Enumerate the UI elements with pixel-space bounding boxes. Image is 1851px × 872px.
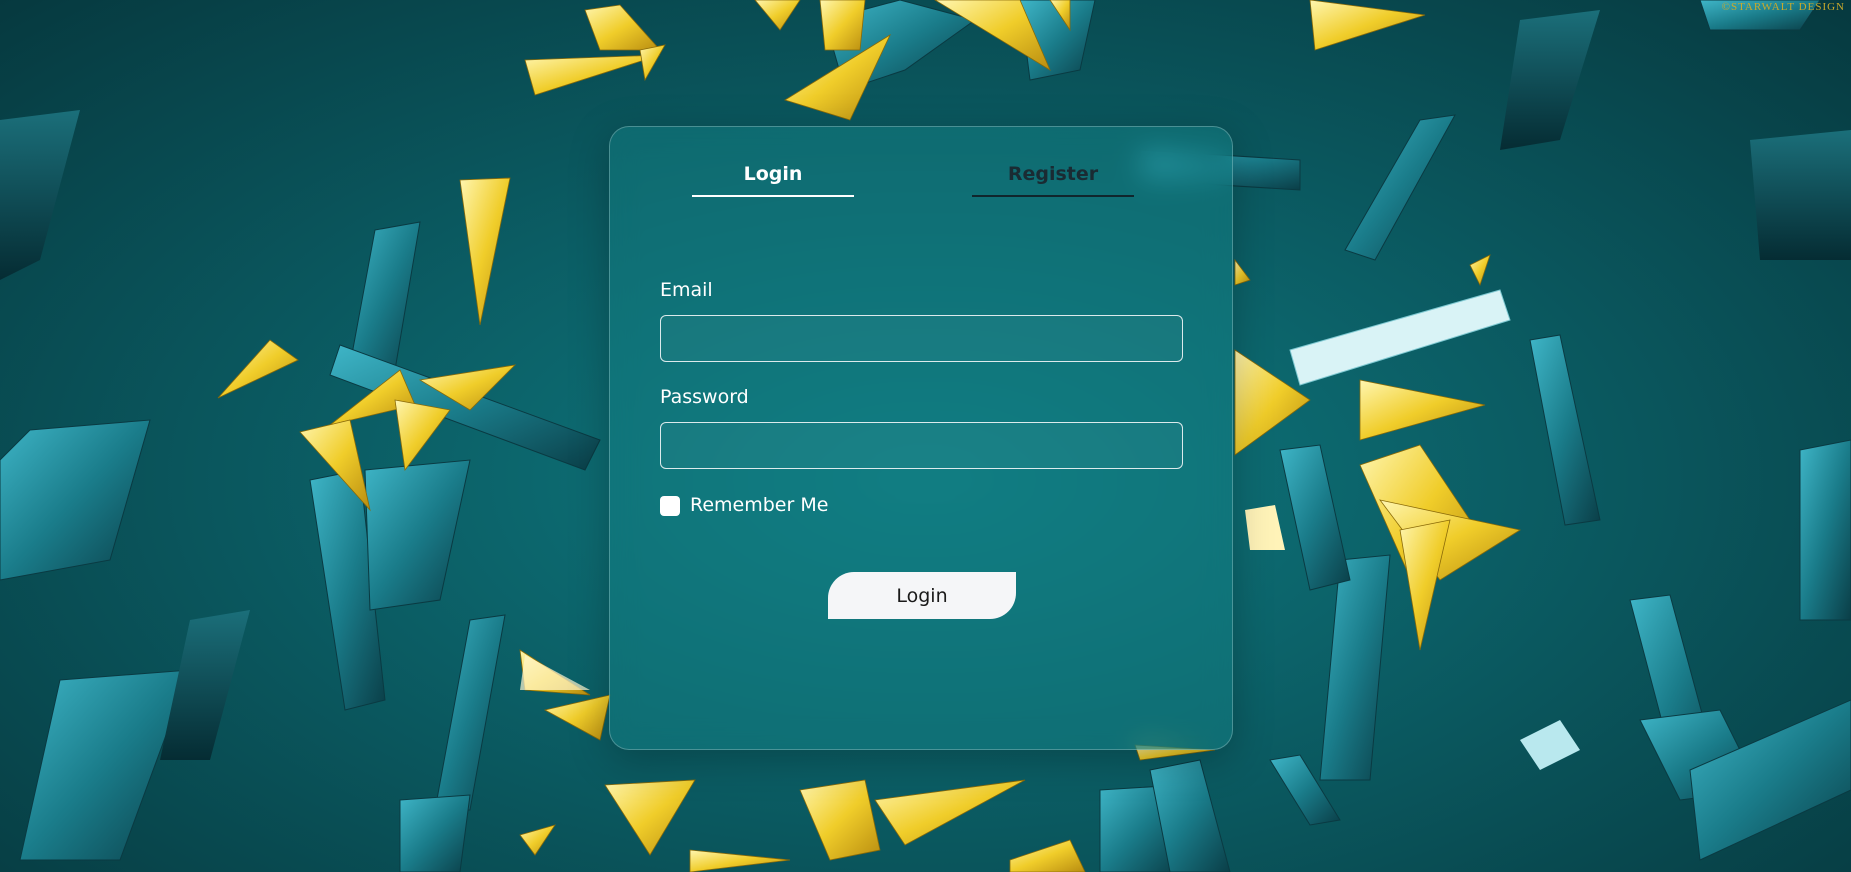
tab-login[interactable]: Login bbox=[692, 159, 854, 197]
password-field[interactable] bbox=[660, 422, 1183, 469]
password-label: Password bbox=[660, 386, 749, 408]
tab-register[interactable]: Register bbox=[972, 159, 1134, 197]
remember-me-checkbox[interactable] bbox=[660, 496, 680, 516]
email-field[interactable] bbox=[660, 315, 1183, 362]
auth-card: Login Register Email Password Remember M… bbox=[609, 126, 1233, 750]
email-label: Email bbox=[660, 279, 713, 301]
auth-tabs: Login Register bbox=[610, 159, 1232, 199]
remember-me-label: Remember Me bbox=[690, 494, 829, 516]
login-button[interactable]: Login bbox=[828, 572, 1016, 619]
watermark-text: ©STARWALT DESIGN bbox=[1721, 1, 1845, 13]
